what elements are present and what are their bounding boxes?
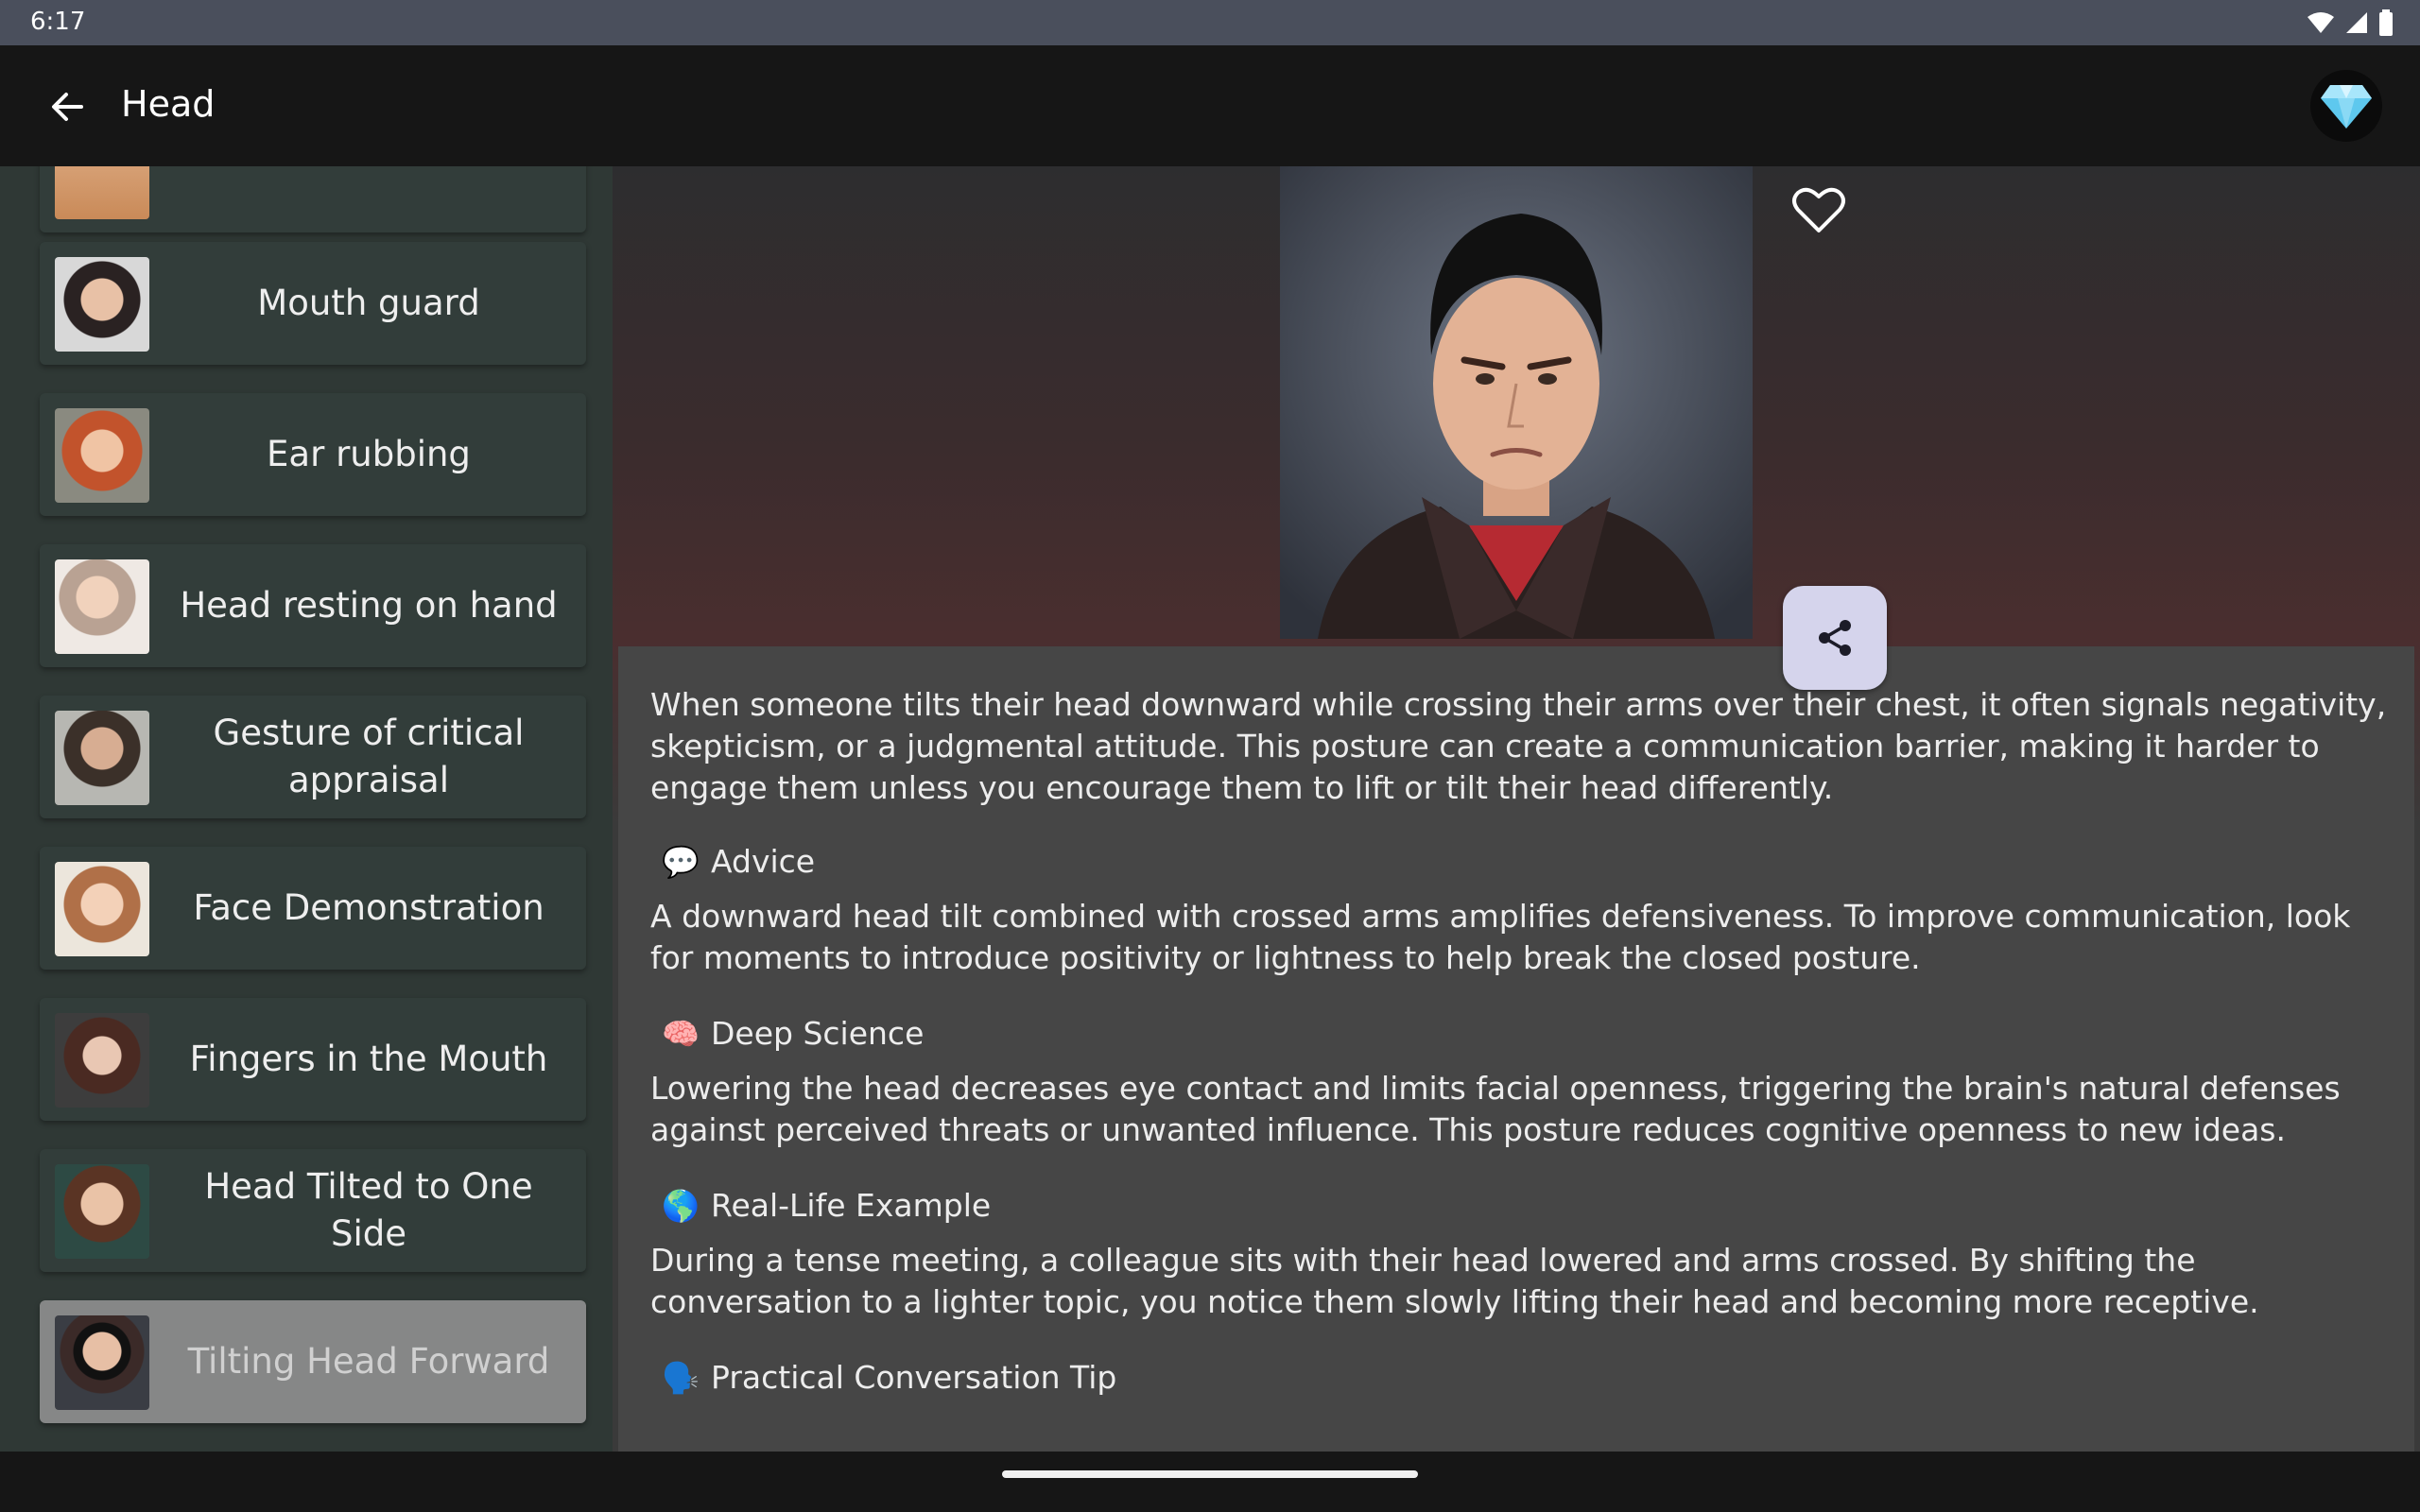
list-item-label: Tilting Head Forward bbox=[187, 1341, 550, 1382]
section-heading-practical-conversation-tip: 🗣️ Practical Conversation Tip bbox=[662, 1359, 1116, 1396]
list-item-label: Face Demonstration bbox=[193, 887, 544, 928]
section-text-deep-science: Lowering the head decreases eye contact … bbox=[650, 1070, 2341, 1148]
back-arrow-icon[interactable] bbox=[43, 83, 91, 130]
list-item-label: Head resting on hand bbox=[180, 585, 558, 626]
list-item-label bbox=[163, 166, 575, 232]
list-item-face-demonstration[interactable]: Face Demonstration bbox=[40, 847, 586, 970]
list-item-gesture-of-critical-appraisal[interactable]: Gesture of critical appraisal bbox=[40, 696, 586, 818]
signal-icon bbox=[2346, 12, 2367, 33]
globe-icon: 🌎 bbox=[662, 1187, 700, 1224]
page-title: Head bbox=[121, 83, 216, 125]
section-text-real-life-example: During a tense meeting, a colleague sits… bbox=[650, 1242, 2259, 1320]
list-item-fingers-in-the-mouth[interactable]: Fingers in the Mouth bbox=[40, 998, 586, 1121]
gesture-thumbnail bbox=[55, 559, 149, 654]
gesture-list[interactable]: Mouth guard Ear rubbing Head resting on … bbox=[0, 166, 613, 1452]
section-title: Practical Conversation Tip bbox=[711, 1359, 1117, 1396]
list-item-head-tilted-to-one-side[interactable]: Head Tilted to One Side bbox=[40, 1149, 586, 1272]
section-heading-deep-science: 🧠 Deep Science bbox=[662, 1015, 924, 1052]
speech-bubble-icon: 💬 bbox=[662, 843, 700, 880]
list-item-label: Gesture of critical appraisal bbox=[213, 713, 525, 800]
status-icons bbox=[2307, 9, 2394, 36]
gesture-thumbnail bbox=[55, 257, 149, 352]
diamond-icon bbox=[2321, 85, 2372, 129]
section-title: Deep Science bbox=[711, 1015, 925, 1052]
list-item-ear-rubbing[interactable]: Ear rubbing bbox=[40, 393, 586, 516]
top-app-bar: Head bbox=[0, 45, 2420, 166]
intro-text: When someone tilts their head downward w… bbox=[650, 686, 2387, 806]
section-heading-real-life-example: 🌎 Real-Life Example bbox=[662, 1187, 991, 1224]
speaking-head-icon: 🗣️ bbox=[662, 1359, 700, 1396]
list-item-label: Ear rubbing bbox=[267, 434, 471, 474]
list-item-label: Mouth guard bbox=[257, 283, 480, 323]
brain-icon: 🧠 bbox=[662, 1015, 700, 1052]
battery-icon bbox=[2379, 9, 2393, 36]
section-text-advice: A downward head tilt combined with cross… bbox=[650, 898, 2351, 976]
gesture-handle[interactable] bbox=[1002, 1470, 1418, 1478]
gesture-thumbnail bbox=[55, 166, 149, 219]
status-bar: 6:17 bbox=[0, 0, 2420, 45]
gesture-thumbnail bbox=[55, 1164, 149, 1259]
system-navigation-bar bbox=[0, 1452, 2420, 1512]
share-button[interactable] bbox=[1783, 586, 1887, 690]
portrait-illustration bbox=[1280, 166, 1753, 639]
gesture-thumbnail bbox=[55, 862, 149, 956]
list-item-mouth-guard[interactable]: Mouth guard bbox=[40, 242, 586, 365]
gesture-thumbnail bbox=[55, 1013, 149, 1108]
section-title: Real-Life Example bbox=[711, 1187, 992, 1224]
list-item[interactable] bbox=[40, 166, 586, 232]
list-item-tilting-head-forward[interactable]: Tilting Head Forward bbox=[40, 1300, 586, 1423]
status-time: 6:17 bbox=[30, 8, 86, 36]
section-title: Advice bbox=[711, 843, 816, 880]
gesture-thumbnail bbox=[55, 408, 149, 503]
gesture-thumbnail bbox=[55, 711, 149, 805]
share-icon bbox=[1819, 620, 1851, 656]
favorite-heart-icon[interactable] bbox=[1789, 180, 1849, 240]
list-item-head-resting-on-hand[interactable]: Head resting on hand bbox=[40, 544, 586, 667]
list-item-label: Head Tilted to One Side bbox=[204, 1166, 533, 1254]
premium-button[interactable] bbox=[2310, 70, 2382, 142]
wifi-icon bbox=[2308, 12, 2334, 33]
gesture-detail: When someone tilts their head downward w… bbox=[613, 166, 2420, 1452]
section-heading-advice: 💬 Advice bbox=[662, 843, 815, 880]
description-panel: When someone tilts their head downward w… bbox=[618, 646, 2414, 1452]
gesture-photo bbox=[1280, 166, 1753, 639]
gesture-thumbnail bbox=[55, 1315, 149, 1410]
list-item-label: Fingers in the Mouth bbox=[189, 1039, 548, 1079]
